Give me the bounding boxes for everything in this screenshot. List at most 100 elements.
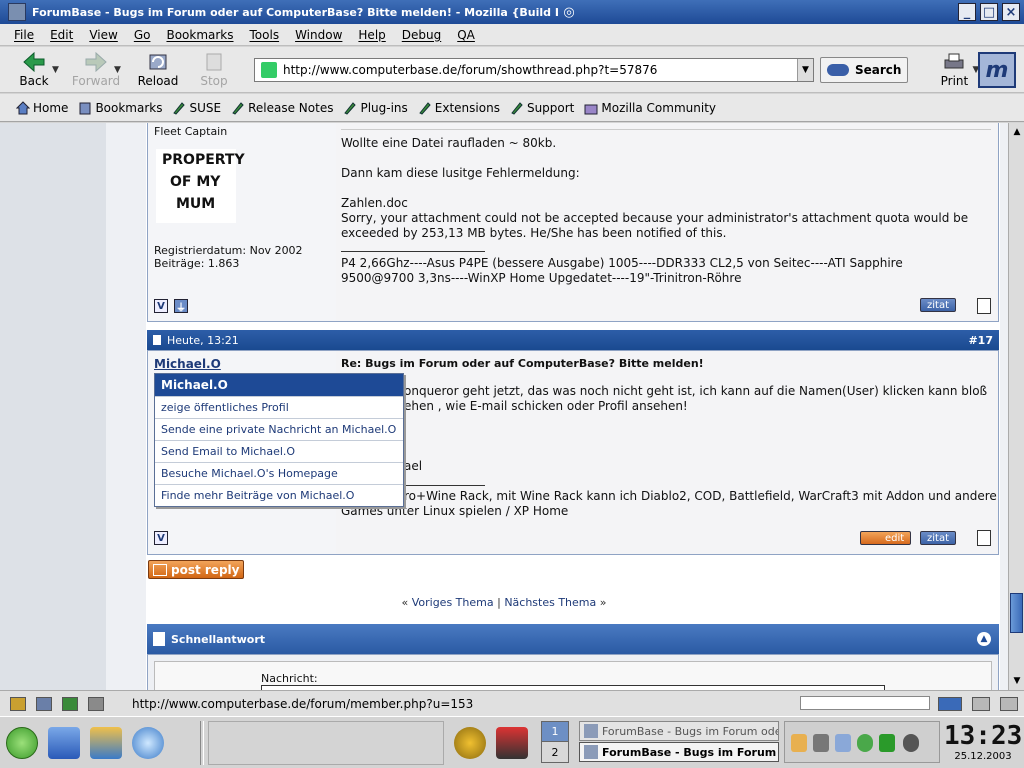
multiquote-icon[interactable] bbox=[977, 298, 991, 314]
addressbook-icon[interactable] bbox=[88, 696, 104, 711]
menu-tools[interactable]: Tools bbox=[250, 28, 280, 42]
menu-go[interactable]: Go bbox=[134, 28, 151, 42]
quick-reply-header: Schnellantwort ▲ bbox=[147, 624, 999, 654]
menu-edit[interactable]: Edit bbox=[50, 28, 73, 42]
mozilla-icon[interactable] bbox=[454, 727, 486, 759]
bookmark-bookmarks[interactable]: Bookmarks bbox=[78, 101, 162, 115]
menu-bookmarks[interactable]: Bookmarks bbox=[166, 28, 233, 42]
username-link[interactable]: Michael.O bbox=[154, 357, 221, 371]
nav-close-quote: » bbox=[599, 596, 607, 609]
next-thread-link[interactable]: Nächstes Thema bbox=[504, 596, 596, 609]
scroll-down-icon[interactable]: ▼ bbox=[1009, 674, 1024, 688]
print-button[interactable]: Print bbox=[932, 52, 976, 88]
bookmark-mozilla-community[interactable]: Mozilla Community bbox=[584, 101, 716, 115]
volume-icon[interactable] bbox=[835, 734, 851, 752]
bookmark-plugins[interactable]: Plug-ins bbox=[343, 101, 408, 115]
menu-view[interactable]: View bbox=[89, 28, 117, 42]
quote-button[interactable]: zitat bbox=[920, 531, 956, 545]
back-button[interactable]: Back bbox=[12, 51, 56, 88]
game-icon[interactable] bbox=[496, 727, 528, 759]
previous-thread-link[interactable]: Voriges Thema bbox=[412, 596, 494, 609]
lock-icon[interactable] bbox=[1000, 697, 1018, 711]
menu-help[interactable]: Help bbox=[358, 28, 385, 42]
control-center-icon[interactable] bbox=[90, 727, 122, 759]
konqueror-icon[interactable] bbox=[132, 727, 164, 759]
vertical-scrollbar[interactable]: ▲ ▼ bbox=[1008, 123, 1024, 690]
menu-window[interactable]: Window bbox=[295, 28, 342, 42]
klipper-icon[interactable] bbox=[791, 734, 807, 752]
url-bar[interactable]: http://www.computerbase.de/forum/showthr… bbox=[254, 57, 814, 82]
popup-item-send-email[interactable]: Send Email to Michael.O bbox=[155, 440, 403, 462]
stop-button[interactable]: Stop bbox=[192, 52, 236, 88]
quote-button[interactable]: zitat bbox=[920, 298, 956, 312]
mail-icon[interactable] bbox=[36, 696, 52, 711]
kde-menu-icon[interactable] bbox=[6, 727, 38, 759]
scroll-up-icon[interactable]: ▲ bbox=[1009, 125, 1024, 139]
scroll-thumb[interactable] bbox=[1010, 593, 1023, 633]
avatar-text-line: PROPERTY bbox=[162, 152, 245, 168]
window-icon bbox=[584, 745, 598, 759]
private-message-icon[interactable]: ⏚ bbox=[174, 299, 188, 314]
window-icon bbox=[584, 724, 598, 738]
printer-icon bbox=[944, 53, 964, 68]
popup-item-profile[interactable]: zeige öffentliches Profil bbox=[155, 396, 403, 418]
minimize-button[interactable]: _ bbox=[958, 3, 976, 21]
popup-item-homepage[interactable]: Besuche Michael.O's Homepage bbox=[155, 462, 403, 484]
url-dropdown-icon[interactable]: ▼ bbox=[797, 58, 813, 81]
popup-item-find-posts[interactable]: Finde mehr Beiträge von Michael.O bbox=[155, 484, 403, 506]
bookmark-release-notes[interactable]: Release Notes bbox=[231, 101, 333, 115]
multiquote-icon[interactable] bbox=[977, 530, 991, 546]
post-reply-button[interactable]: post reply bbox=[148, 560, 244, 579]
mozilla-throbber-logo[interactable]: m bbox=[978, 52, 1016, 88]
edit-button[interactable]: edit bbox=[860, 531, 912, 545]
url-text[interactable]: http://www.computerbase.de/forum/showthr… bbox=[283, 63, 797, 77]
navigator-icon[interactable] bbox=[10, 696, 26, 711]
battery-icon[interactable] bbox=[879, 734, 895, 752]
bookmark-extensions[interactable]: Extensions bbox=[418, 101, 500, 115]
post-text-line: ehen , wie E-mail schicken oder Profil a… bbox=[404, 399, 688, 413]
registration-date: Registrierdatum: Nov 2002 bbox=[154, 244, 303, 257]
maximize-button[interactable]: □ bbox=[980, 3, 998, 21]
avatar-text-line: MUM bbox=[176, 196, 216, 212]
post-text-line: exceeded by 253,13 MB bytes. He/She has … bbox=[341, 226, 727, 240]
vcard-icon[interactable]: V bbox=[154, 299, 168, 313]
post-text-line: Zahlen.doc bbox=[341, 196, 408, 210]
download-icon[interactable] bbox=[903, 734, 919, 752]
menu-file[interactable]: File bbox=[14, 28, 34, 42]
print-label: Print bbox=[940, 73, 969, 88]
forward-arrow-icon bbox=[85, 51, 107, 72]
menu-qa[interactable]: QA bbox=[457, 28, 475, 42]
composer-icon[interactable] bbox=[62, 696, 78, 711]
taskbar-window-2[interactable]: ForumBase - Bugs im Forum oder bbox=[579, 742, 779, 762]
collapse-icon[interactable]: ▲ bbox=[977, 632, 991, 646]
close-button[interactable]: × bbox=[1002, 3, 1020, 21]
bookmark-suse[interactable]: SUSE bbox=[172, 101, 221, 115]
update-icon[interactable] bbox=[857, 734, 873, 752]
reload-icon bbox=[149, 54, 167, 69]
bookmark-pen-icon bbox=[511, 101, 523, 115]
reload-button[interactable]: Reload bbox=[136, 52, 180, 88]
help-icon[interactable]: ◎ bbox=[560, 3, 578, 21]
online-icon[interactable] bbox=[938, 697, 962, 711]
forward-dropdown-icon[interactable]: ▼ bbox=[114, 65, 124, 75]
home-folder-icon[interactable] bbox=[48, 727, 80, 759]
security-icon[interactable] bbox=[972, 697, 990, 711]
bookmark-home[interactable]: Home bbox=[16, 101, 68, 115]
network-icon[interactable] bbox=[813, 734, 829, 752]
taskbar-window-1[interactable]: ForumBase - Bugs im Forum oder auf bbox=[579, 721, 779, 741]
post-number[interactable]: #17 bbox=[968, 334, 993, 347]
clock[interactable]: 13:23 25.12.2003 bbox=[944, 721, 1022, 765]
vcard-icon[interactable]: V bbox=[154, 531, 168, 545]
desktop-2[interactable]: 2 bbox=[542, 742, 568, 762]
reload-label: Reload bbox=[137, 73, 179, 88]
popup-item-private-message[interactable]: Sende eine private Nachricht an Michael.… bbox=[155, 418, 403, 440]
menu-debug[interactable]: Debug bbox=[402, 28, 441, 42]
back-dropdown-icon[interactable]: ▼ bbox=[52, 65, 62, 75]
post-text-line: Dann kam diese lusitge Fehlermeldung: bbox=[341, 166, 580, 180]
search-button[interactable]: Search bbox=[820, 56, 909, 83]
desktop-1[interactable]: 1 bbox=[542, 722, 568, 742]
bookmark-support[interactable]: Support bbox=[510, 101, 574, 115]
desktop-pager[interactable]: 1 2 bbox=[541, 721, 569, 763]
forward-button[interactable]: Forward bbox=[72, 51, 120, 88]
app-icon[interactable] bbox=[8, 3, 26, 21]
